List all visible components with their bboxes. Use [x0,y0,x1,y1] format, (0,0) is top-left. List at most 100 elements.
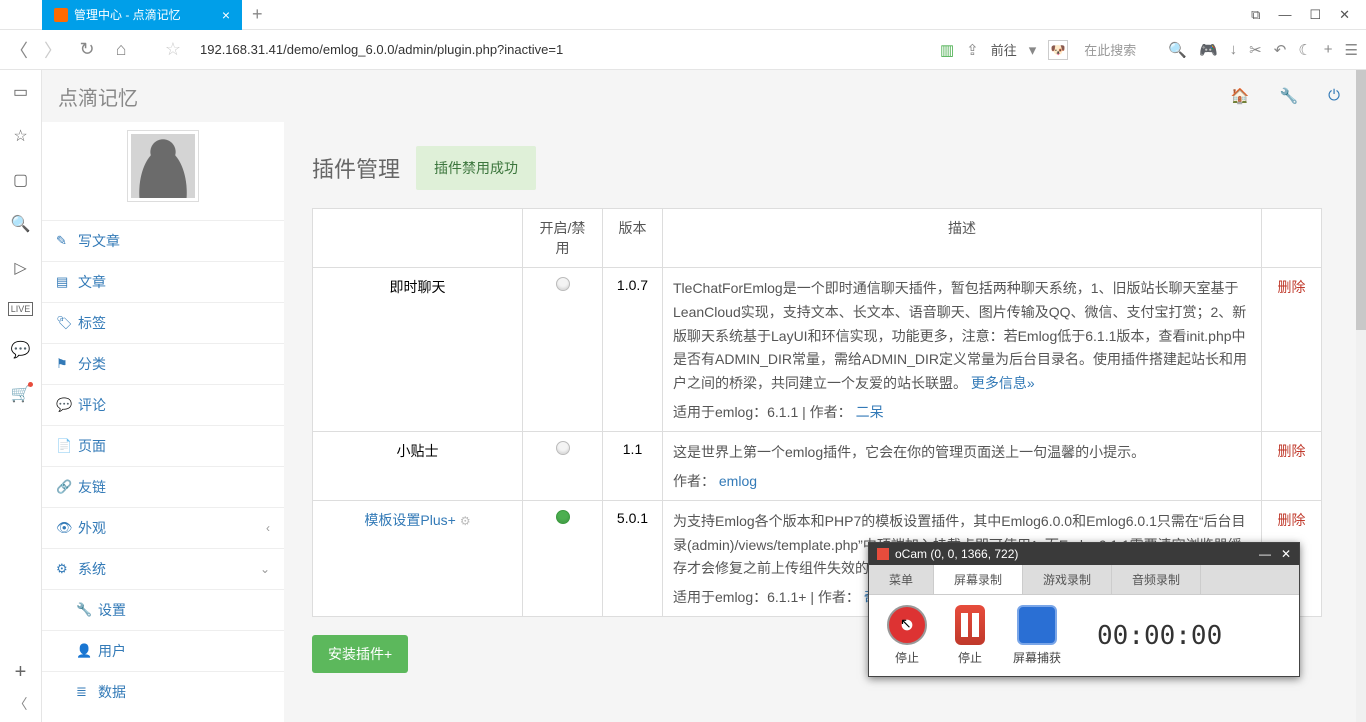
menu-label: 设置 [98,600,126,620]
search-icon[interactable]: 🔍 [1168,41,1187,59]
chevron-left-icon: ‹ [266,521,270,535]
plus-icon[interactable]: + [1324,41,1333,58]
header-home-icon[interactable]: 🏠 [1231,87,1250,105]
book-icon[interactable]: ▢ [13,170,28,190]
tab-close-icon[interactable]: × [222,7,230,23]
moon-icon[interactable]: ☾ [1298,41,1311,59]
back-button[interactable]: 〈 [8,37,30,63]
sidebar-subitem-0[interactable]: 🔧设置 [42,589,284,630]
download-icon[interactable]: ↓ [1230,41,1238,58]
undo-icon[interactable]: ↶ [1274,41,1287,59]
col-version: 版本 [603,209,663,268]
search-input[interactable]: 在此搜索 [1084,40,1136,59]
menu-label: 写文章 [78,231,120,251]
header-power-icon[interactable]: ⏻ [1328,87,1340,105]
collapse-icon[interactable]: 〈 [14,694,28,714]
site-icon[interactable]: 🐶 [1048,40,1068,60]
avatar[interactable] [127,130,199,202]
ocam-minimize-icon[interactable]: — [1259,547,1271,561]
sidebar-item-5[interactable]: 📄页面 [42,425,284,466]
chat-icon[interactable]: 💬 [11,340,31,360]
header-wrench-icon[interactable]: 🔧 [1279,87,1298,105]
ocam-window[interactable]: oCam (0, 0, 1366, 722) — ✕ 菜单屏幕录制游戏录制音频录… [868,542,1300,677]
ocam-tab-0[interactable]: 菜单 [869,565,934,594]
col-name [313,209,523,268]
cart-icon[interactable]: 🛒 [11,384,31,404]
ocam-tab-2[interactable]: 游戏录制 [1023,565,1112,594]
ocam-app-icon [877,548,889,560]
menu-label: 数据 [98,682,126,702]
plugin-name-link[interactable]: 模板设置Plus+ [364,512,455,528]
forward-label[interactable]: 前往 [991,40,1017,59]
picture-in-picture-icon[interactable]: ⧉ [1251,7,1260,23]
plugin-version: 1.1 [603,431,663,500]
toggle-status-icon[interactable] [556,277,570,291]
sidebar-subitem-1[interactable]: 👤用户 [42,630,284,671]
ocam-stop-button[interactable]: 停止 [887,605,927,666]
window-minimize-icon[interactable]: — [1278,7,1291,23]
author-link[interactable]: emlog [719,473,757,489]
menu-icon[interactable]: ☰ [1345,41,1358,59]
menu-label: 评论 [78,395,106,415]
reader-icon[interactable]: ▥ [940,41,954,59]
browser-tab-active[interactable]: 管理中心 - 点滴记忆 × [42,0,242,30]
ocam-capture-button[interactable]: 屏幕捕获 [1013,605,1061,666]
search-icon[interactable]: 🔍 [11,214,31,234]
delete-link[interactable]: 删除 [1278,443,1306,459]
plugin-meta: 作者： emlog [673,471,1251,491]
play-icon[interactable]: ▷ [14,258,26,278]
gear-icon[interactable]: ⚙ [460,514,471,528]
ocam-tab-3[interactable]: 音频录制 [1112,565,1201,594]
ocam-close-icon[interactable]: ✕ [1281,547,1291,561]
card-icon[interactable]: ▭ [13,82,28,102]
delete-link[interactable]: 删除 [1278,512,1306,528]
new-tab-button[interactable]: + [252,4,263,25]
app-title: 点滴记忆 [58,82,138,111]
menu-icon: ⚑ [56,356,70,372]
toggle-status-icon[interactable] [556,510,570,524]
monitor-icon [1017,605,1057,645]
success-alert: 插件禁用成功 [416,146,536,190]
tab-title: 管理中心 - 点滴记忆 [74,6,181,23]
author-link[interactable]: 二呆 [856,404,884,420]
col-desc: 描述 [663,209,1262,268]
share-icon[interactable]: ⇪ [966,41,979,59]
chevron-down-icon[interactable]: ▾ [1029,41,1037,59]
sidebar-item-0[interactable]: ✎写文章 [42,220,284,261]
star-outline-icon[interactable]: ☆ [13,126,27,146]
sidebar-item-6[interactable]: 🔗友链 [42,466,284,507]
menu-label: 文章 [78,272,106,292]
toggle-status-icon[interactable] [556,441,570,455]
reload-button[interactable]: ↻ [76,39,98,60]
pause-icon [955,605,985,645]
live-icon[interactable]: LIVE [8,302,34,316]
address-bar[interactable]: 192.168.31.41/demo/emlog_6.0.0/admin/plu… [200,42,563,57]
col-actions [1262,209,1322,268]
gamepad-icon[interactable]: 🎮 [1199,41,1218,59]
ocam-tab-1[interactable]: 屏幕录制 [934,565,1023,594]
sidebar-subitem-2[interactable]: ≣数据 [42,671,284,712]
more-info-link[interactable]: 更多信息» [971,375,1035,391]
install-plugin-button[interactable]: 安装插件+ [312,635,408,673]
sidebar-item-3[interactable]: ⚑分类 [42,343,284,384]
window-maximize-icon[interactable]: ☐ [1309,7,1321,23]
sidebar-item-8[interactable]: ⚙系统⌄ [42,548,284,589]
sidebar-item-7[interactable]: 👁外观‹ [42,507,284,548]
tab-favicon [54,8,68,22]
sidebar-add-icon[interactable]: + [15,661,27,684]
ocam-tabs: 菜单屏幕录制游戏录制音频录制 [869,565,1299,595]
window-close-icon[interactable]: ✕ [1339,7,1350,23]
sidebar-item-1[interactable]: ▤文章 [42,261,284,302]
menu-label: 标签 [78,313,106,333]
forward-button[interactable]: 〉 [42,37,64,63]
menu-label: 友链 [78,477,106,497]
sidebar-item-4[interactable]: 💬评论 [42,384,284,425]
sidebar-item-2[interactable]: 🏷标签 [42,302,284,343]
ocam-pause-button[interactable]: 停止 [955,605,985,666]
scissors-icon[interactable]: ✂ [1249,41,1262,59]
delete-link[interactable]: 删除 [1278,279,1306,295]
home-button[interactable]: ⌂ [110,39,132,60]
window-controls: ⧉ — ☐ ✕ [1251,7,1366,23]
ocam-titlebar[interactable]: oCam (0, 0, 1366, 722) — ✕ [869,543,1299,565]
star-icon[interactable]: ☆ [162,39,184,60]
